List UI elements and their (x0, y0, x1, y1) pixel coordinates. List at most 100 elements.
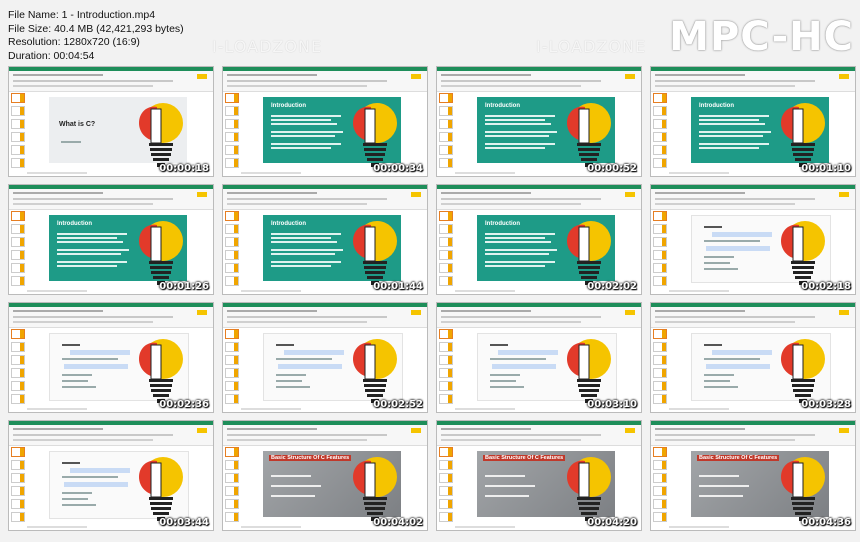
video-thumbnail[interactable]: Introduction 00:01:26 (8, 184, 214, 295)
mentor-bulb-logo (353, 103, 397, 167)
slide-title: Basic Structure Of C Features (269, 455, 352, 461)
slide-title: Introduction (699, 103, 734, 109)
video-thumbnail[interactable]: 00:02:36 (8, 302, 214, 413)
video-thumbnail[interactable]: Basic Structure Of C Features 00:04:02 (222, 420, 428, 531)
slide-title: What is C? (59, 121, 96, 128)
status-bar (455, 526, 515, 528)
ribbon-toolbar (9, 425, 213, 446)
slide-panel (439, 93, 453, 173)
mentor-bulb-logo (353, 221, 397, 285)
status-bar (27, 290, 87, 292)
file-name: File Name: 1 - Introduction.mp4 (8, 9, 156, 21)
file-size: File Size: 40.4 MB (42,421,293 bytes) (8, 22, 184, 35)
video-thumbnail[interactable]: 00:03:44 (8, 420, 214, 531)
player-logo: MPC-HC (669, 14, 854, 60)
video-thumbnail[interactable]: 00:02:52 (222, 302, 428, 413)
timestamp: 00:02:36 (159, 399, 209, 410)
slide-title: Introduction (271, 221, 306, 227)
mentor-bulb-logo (567, 103, 611, 167)
ribbon-toolbar (651, 307, 855, 328)
status-bar (669, 290, 729, 292)
mentor-bulb-logo (781, 339, 825, 403)
ribbon-toolbar (223, 425, 427, 446)
slide-panel (11, 93, 25, 173)
timestamp: 00:03:28 (801, 399, 851, 410)
timestamp: 00:03:10 (587, 399, 637, 410)
timestamp: 00:04:20 (587, 517, 637, 528)
file-info: File Name: 1 - Introduction.mp4 File Siz… (8, 9, 184, 63)
slide-panel (439, 211, 453, 291)
watermark: I-LOADZONE (212, 37, 323, 56)
video-thumbnail[interactable]: What is C? 00:00:18 (8, 66, 214, 177)
status-bar (241, 408, 301, 410)
mentor-bulb-logo (781, 103, 825, 167)
status-bar (669, 172, 729, 174)
slide-title: Introduction (485, 221, 520, 227)
ribbon-toolbar (223, 189, 427, 210)
video-thumbnail[interactable]: 00:03:28 (650, 302, 856, 413)
status-bar (27, 526, 87, 528)
slide-panel (439, 447, 453, 527)
slide-panel (653, 93, 667, 173)
timestamp: 00:00:52 (587, 163, 637, 174)
ribbon-toolbar (9, 71, 213, 92)
timestamp: 00:01:26 (159, 281, 209, 292)
video-thumbnail[interactable]: Introduction 00:01:44 (222, 184, 428, 295)
timestamp: 00:02:02 (587, 281, 637, 292)
video-thumbnail[interactable]: Introduction 00:00:34 (222, 66, 428, 177)
mentor-bulb-logo (139, 221, 183, 285)
slide-title: Introduction (271, 103, 306, 109)
timestamp: 00:00:34 (373, 163, 423, 174)
slide-panel (11, 447, 25, 527)
slide-panel (225, 447, 239, 527)
mentor-bulb-logo (567, 457, 611, 521)
ribbon-toolbar (223, 307, 427, 328)
status-bar (241, 290, 301, 292)
status-bar (241, 172, 301, 174)
slide-panel (439, 329, 453, 409)
slide-panel (11, 329, 25, 409)
video-thumbnail[interactable]: Introduction 00:02:02 (436, 184, 642, 295)
video-thumbnail[interactable]: Basic Structure Of C Features 00:04:20 (436, 420, 642, 531)
timestamp: 00:00:18 (159, 163, 209, 174)
mentor-bulb-logo (139, 457, 183, 521)
timestamp: 00:01:44 (373, 281, 423, 292)
duration: Duration: 00:04:54 (8, 49, 95, 62)
mentor-bulb-logo (353, 339, 397, 403)
slide-panel (653, 329, 667, 409)
timestamp: 00:01:10 (801, 163, 851, 174)
video-thumbnail[interactable]: Introduction 00:00:52 (436, 66, 642, 177)
mentor-bulb-logo (353, 457, 397, 521)
slide-panel (653, 447, 667, 527)
slide-title: Basic Structure Of C Features (697, 455, 780, 461)
ribbon-toolbar (9, 307, 213, 328)
status-bar (455, 172, 515, 174)
video-thumbnail[interactable]: Introduction 00:01:10 (650, 66, 856, 177)
ribbon-toolbar (651, 71, 855, 92)
mentor-bulb-logo (567, 221, 611, 285)
status-bar (455, 408, 515, 410)
timestamp: 00:02:18 (801, 281, 851, 292)
ribbon-toolbar (437, 425, 641, 446)
mentor-bulb-logo (567, 339, 611, 403)
mentor-bulb-logo (139, 339, 183, 403)
ribbon-toolbar (437, 71, 641, 92)
ribbon-toolbar (437, 307, 641, 328)
slide-title: Basic Structure Of C Features (483, 455, 566, 461)
video-thumbnail[interactable]: 00:02:18 (650, 184, 856, 295)
video-thumbnail[interactable]: Basic Structure Of C Features 00:04:36 (650, 420, 856, 531)
slide-panel (225, 329, 239, 409)
status-bar (27, 172, 87, 174)
video-thumbnail[interactable]: 00:03:10 (436, 302, 642, 413)
resolution: Resolution: 1280x720 (16:9) (8, 36, 140, 48)
ribbon-toolbar (9, 189, 213, 210)
timestamp: 00:03:44 (159, 517, 209, 528)
status-bar (455, 290, 515, 292)
timestamp: 00:04:02 (373, 517, 423, 528)
status-bar (27, 408, 87, 410)
timestamp: 00:02:52 (373, 399, 423, 410)
mentor-bulb-logo (781, 221, 825, 285)
ribbon-toolbar (651, 189, 855, 210)
slide-panel (225, 211, 239, 291)
slide-panel (653, 211, 667, 291)
